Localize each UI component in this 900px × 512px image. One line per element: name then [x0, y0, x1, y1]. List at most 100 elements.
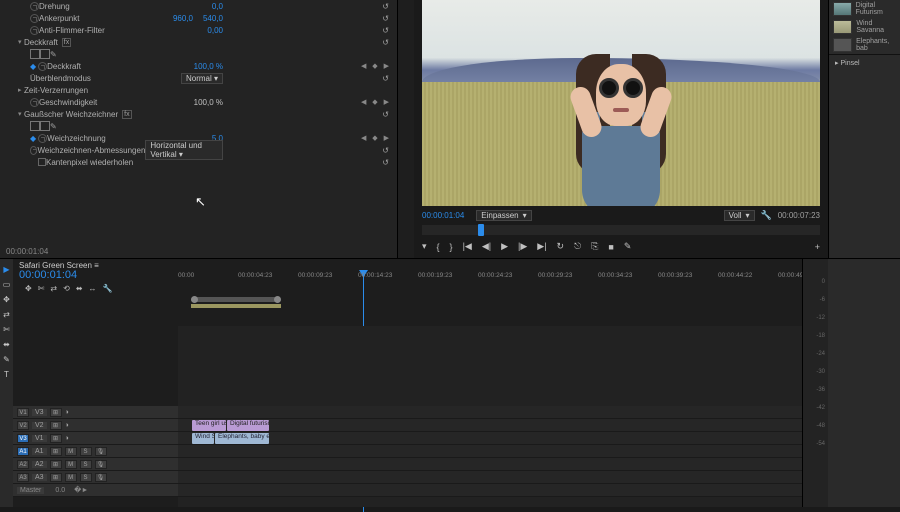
bin-item[interactable]: Wind Savanna	[829, 18, 900, 36]
transport-button-2[interactable]: }	[450, 242, 453, 252]
zoom-fit-dropdown[interactable]: Einpassen ▾	[476, 210, 531, 221]
track-header-a3[interactable]: A3A3⊞MS🎙	[13, 471, 178, 484]
track-lane-v3[interactable]	[178, 406, 802, 419]
bin-item[interactable]: Digital Futurism	[829, 0, 900, 18]
keyframe-nav[interactable]: ◀ ◆ ▶	[361, 62, 391, 70]
track-toggle[interactable]: ⊞	[50, 434, 62, 443]
timeline-clip[interactable]: Digital futurism gre	[227, 420, 269, 431]
mask-pen-icon[interactable]: ✎	[50, 50, 57, 59]
checkbox[interactable]	[38, 158, 46, 166]
time-ruler[interactable]: 00:0000:00:04:2300:00:09:2300:00:14:2300…	[178, 272, 802, 296]
stopwatch-icon[interactable]	[30, 26, 39, 35]
track-header-master[interactable]: Master0.0�►	[13, 484, 178, 497]
reset-icon[interactable]: ↺	[382, 74, 389, 83]
reset-icon[interactable]: ↺	[382, 38, 389, 47]
tool-button[interactable]: ⇄	[3, 310, 10, 319]
transport-button-1[interactable]: {	[437, 242, 440, 252]
reset-icon[interactable]: ↺	[382, 110, 389, 119]
track-header-v3[interactable]: V1V3⊞◑	[13, 406, 178, 419]
track-toggle[interactable]: S	[80, 447, 92, 456]
track-source-patch[interactable]: A1	[17, 447, 29, 456]
property-dropdown[interactable]: Normal ▾	[181, 73, 223, 84]
stopwatch-icon[interactable]	[30, 98, 39, 107]
reset-icon[interactable]: ↺	[382, 2, 389, 11]
tool-button[interactable]: T	[4, 370, 9, 379]
scrubber-handle[interactable]	[478, 224, 484, 236]
track-source-patch[interactable]: V1	[17, 408, 29, 417]
transport-button-6[interactable]: |▶	[518, 241, 527, 252]
transport-button-12[interactable]: ✎	[624, 241, 632, 252]
tool-button[interactable]: ✥	[3, 295, 10, 304]
tool-button[interactable]: ▶	[3, 265, 9, 274]
track-header-a2[interactable]: A2A2⊞MS🎙	[13, 458, 178, 471]
stopwatch-icon[interactable]	[38, 62, 47, 71]
mask-ellipse-icon[interactable]	[30, 49, 40, 59]
property-value[interactable]: 100,0 %	[194, 62, 223, 71]
track-source-patch[interactable]: A2	[17, 460, 29, 469]
timeline-tool-icon[interactable]: ✥	[25, 284, 32, 293]
timeline-tool-icon[interactable]: ⟲	[63, 284, 70, 293]
track-eye-icon[interactable]: ◑	[65, 409, 69, 416]
transport-button-11[interactable]: ■	[608, 242, 613, 252]
timeline-tool-icon[interactable]: 🔧	[103, 284, 113, 293]
property-value[interactable]: 100,0 %	[194, 98, 223, 107]
timeline-clip[interactable]: Elephants, baby ele	[215, 433, 269, 444]
program-frame[interactable]	[422, 0, 820, 206]
transport-button-5[interactable]: ▶	[501, 241, 508, 252]
track-toggle[interactable]: ⊞	[50, 473, 62, 482]
transport-button-4[interactable]: ◀|	[482, 241, 491, 252]
property-value[interactable]: 0,0	[212, 2, 223, 11]
track-toggle[interactable]: M	[65, 447, 77, 456]
program-scrubber[interactable]	[422, 225, 820, 235]
mask-rect-icon[interactable]	[40, 121, 50, 131]
keyframe-nav[interactable]: ◀ ◆ ▶	[361, 134, 391, 142]
expand-icon[interactable]: �►	[74, 486, 88, 494]
reset-icon[interactable]: ↺	[382, 158, 389, 167]
timeline-tool-icon[interactable]: ⇄	[50, 284, 57, 293]
keyframe-diamond-icon[interactable]: ◆	[30, 62, 36, 71]
track-label[interactable]: A2	[32, 461, 47, 468]
timeline-clip[interactable]: Teen girl us	[192, 420, 226, 431]
track-lane-v1[interactable]: Wind SavaElephants, baby ele	[178, 432, 802, 445]
track-header-a1[interactable]: A1A1⊞MS🎙	[13, 445, 178, 458]
tool-button[interactable]: ▭	[3, 280, 11, 289]
track-lane-a1[interactable]	[178, 445, 802, 458]
track-lane-a2[interactable]	[178, 458, 802, 471]
reset-icon[interactable]: ↺	[382, 26, 389, 35]
property-value[interactable]: 0,00	[207, 26, 223, 35]
mask-rect-icon[interactable]	[40, 49, 50, 59]
track-header-v2[interactable]: V2V2⊞◑	[13, 419, 178, 432]
track-label[interactable]: V1	[32, 435, 47, 442]
track-toggle[interactable]: 🎙	[95, 460, 107, 469]
track-source-patch[interactable]: V3	[17, 434, 29, 443]
mask-ellipse-icon[interactable]	[30, 121, 40, 131]
track-toggle[interactable]: M	[65, 473, 77, 482]
timeline-tool-icon[interactable]: ✄	[38, 284, 45, 293]
stopwatch-icon[interactable]	[30, 146, 37, 155]
track-eye-icon[interactable]: ◑	[65, 435, 69, 442]
track-lane-master[interactable]	[178, 484, 802, 497]
track-toggle[interactable]: ⊞	[50, 421, 62, 430]
transport-button-10[interactable]: ⎘	[591, 241, 598, 252]
transport-button-9[interactable]: ⎋	[574, 241, 581, 252]
mask-pen-icon[interactable]: ✎	[50, 122, 57, 131]
zoom-scrollbar[interactable]	[191, 297, 281, 302]
transport-button-3[interactable]: |◀	[463, 241, 472, 252]
panel-group-toggle[interactable]: ▸ Pinsel	[829, 54, 900, 71]
property-dropdown[interactable]: Horizontal und Vertikal ▾	[145, 140, 223, 160]
timeline-clip[interactable]: Wind Sava	[192, 433, 214, 444]
property-value[interactable]: 960,0540,0	[173, 14, 223, 23]
tool-button[interactable]: ✄	[3, 325, 10, 334]
timeline-timecode[interactable]: 00:00:01:04	[19, 269, 178, 281]
keyframe-diamond-icon[interactable]: ◆	[30, 134, 36, 143]
work-area-bar[interactable]	[191, 304, 281, 308]
transport-button-7[interactable]: ▶|	[537, 241, 546, 252]
reset-icon[interactable]: ↺	[382, 14, 389, 23]
track-toggle[interactable]: ⊞	[50, 408, 62, 417]
stopwatch-icon[interactable]	[30, 2, 39, 11]
track-label[interactable]: A1	[32, 448, 47, 455]
track-header-v1[interactable]: V3V1⊞◑	[13, 432, 178, 445]
transport-button-8[interactable]: ↻	[557, 241, 565, 252]
track-toggle[interactable]: ⊞	[50, 447, 62, 456]
track-eye-icon[interactable]: ◑	[65, 422, 69, 429]
